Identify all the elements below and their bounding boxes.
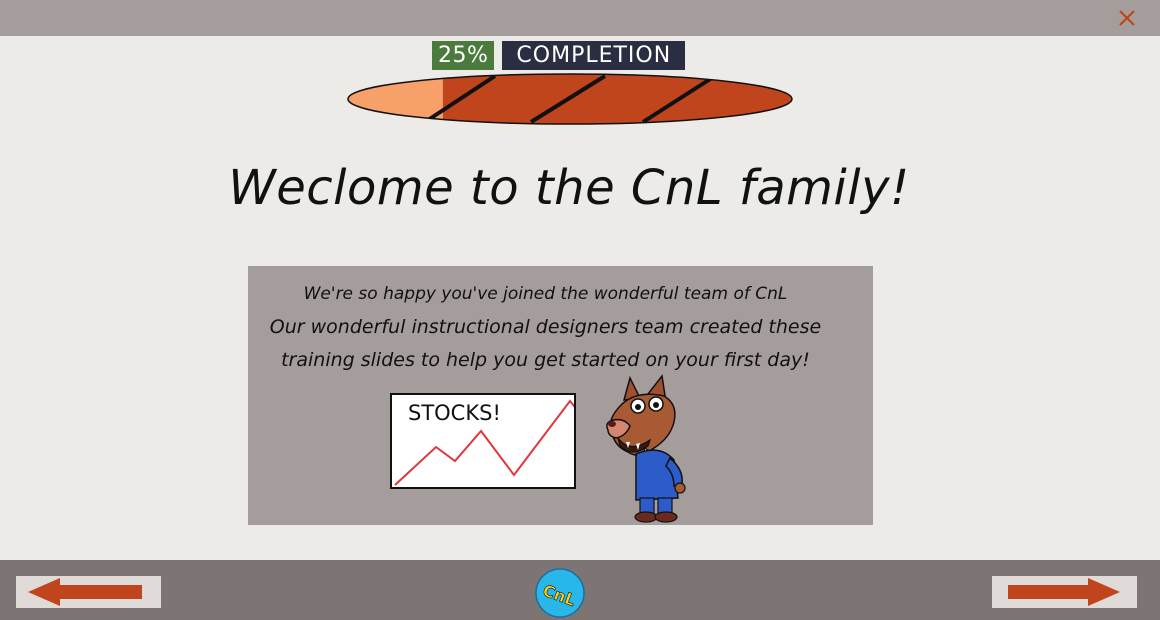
progress-completion-label: COMPLETION — [502, 41, 686, 70]
welcome-panel: We're so happy you've joined the wonderf… — [248, 266, 873, 525]
page-title: Weclome to the CnL family! — [228, 160, 910, 216]
previous-button[interactable] — [16, 576, 161, 608]
arrow-left-icon — [28, 578, 142, 606]
welcome-text-line-2: Our wonderful instructional designers te… — [269, 316, 822, 338]
welcome-text-line-1: We're so happy you've joined the wonderf… — [303, 284, 788, 304]
progress-header: 25% COMPLETION — [432, 41, 686, 70]
progress-bar — [347, 73, 793, 125]
arrow-right-icon — [1008, 578, 1120, 606]
cnl-logo[interactable]: CnL — [534, 567, 586, 619]
stocks-board-illustration: STOCKS! — [390, 393, 576, 489]
close-icon[interactable] — [1118, 9, 1136, 27]
bottom-nav-bar: CnL — [0, 560, 1160, 620]
top-bar — [0, 0, 1160, 36]
stocks-board-label: STOCKS! — [408, 401, 501, 425]
welcome-text-line-3: training slides to help you get started … — [281, 349, 810, 371]
wolf-mascot-illustration — [606, 374, 686, 523]
progress-percent: 25% — [432, 41, 495, 70]
next-button[interactable] — [992, 576, 1137, 608]
